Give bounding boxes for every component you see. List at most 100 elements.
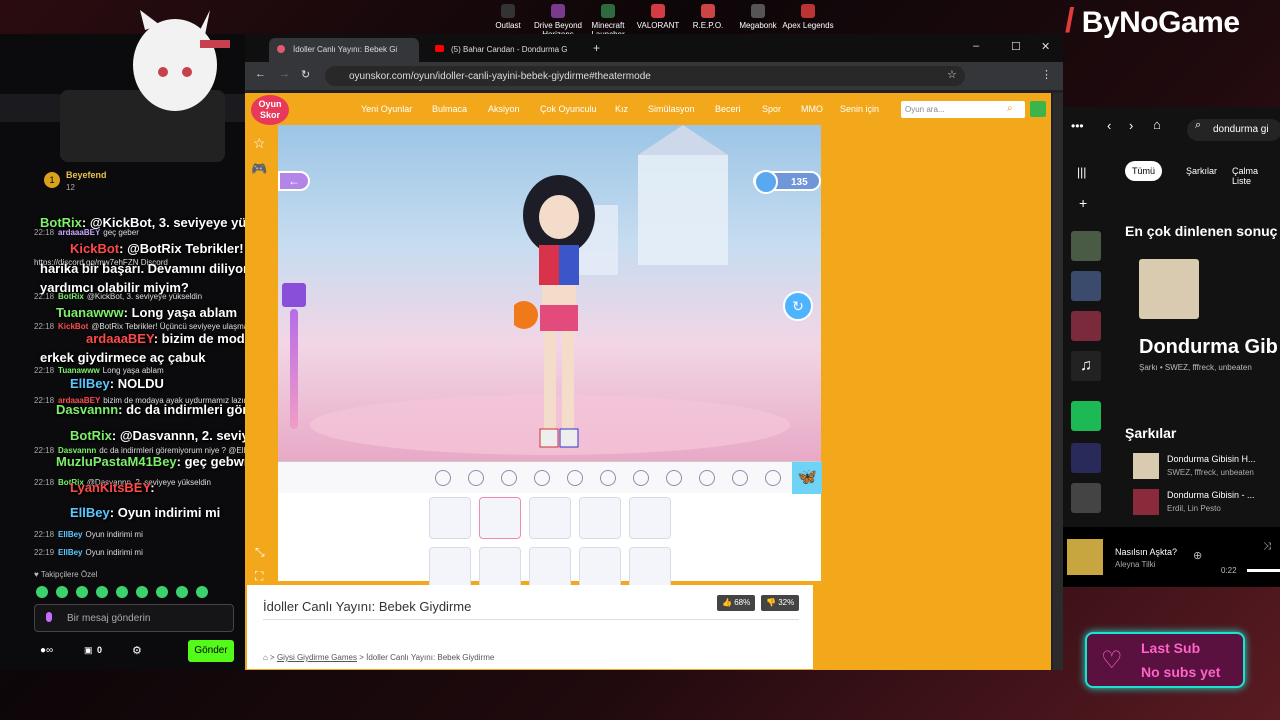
emote[interactable]	[136, 586, 148, 598]
playlist-thumb[interactable]	[1071, 231, 1101, 261]
user-icon[interactable]	[1030, 101, 1046, 117]
nav-yeni-oyunlar[interactable]: Yeni Oyunlar	[361, 104, 412, 114]
minimize-button[interactable]: –	[973, 40, 979, 52]
shrink-icon[interactable]: ⤡	[255, 545, 265, 560]
site-logo[interactable]: Oyun Skor	[251, 95, 289, 125]
playlist-thumb[interactable]	[1071, 483, 1101, 513]
chip-all[interactable]: Tümü	[1125, 161, 1163, 181]
emote[interactable]	[56, 586, 68, 598]
category-shoes-icon[interactable]	[699, 470, 715, 486]
back-arrow-button[interactable]: ←	[278, 171, 310, 191]
gamepad-icon[interactable]: 🎮	[251, 161, 267, 177]
now-playing-artist[interactable]: Aleyna Tilki	[1115, 560, 1155, 569]
category-bag-icon[interactable]	[633, 470, 649, 486]
like-button[interactable]: 👍 68%	[717, 595, 756, 611]
nav-kiz[interactable]: Kız	[615, 104, 628, 114]
add-icon[interactable]: +	[1079, 195, 1087, 211]
item-slot[interactable]	[529, 497, 571, 539]
chip-playlists[interactable]: Çalma Liste	[1225, 161, 1280, 186]
playback-progress[interactable]	[1247, 569, 1280, 572]
search-icon[interactable]: ⌕	[1007, 103, 1013, 114]
chip-songs[interactable]: Şarkılar	[1179, 161, 1224, 181]
close-button[interactable]: ✕	[1041, 40, 1050, 53]
item-slot[interactable]	[579, 497, 621, 539]
desktop-icon-apex[interactable]: Apex Legends	[778, 4, 838, 30]
category-wings-icon[interactable]: 🦋	[792, 462, 822, 494]
maximize-button[interactable]: ☐	[1011, 40, 1021, 53]
nav-senin-icin[interactable]: Senin için	[840, 104, 879, 114]
item-slot[interactable]	[479, 497, 521, 539]
nav-beceri[interactable]: Beceri	[715, 104, 741, 114]
chat-message-input[interactable]: Bir mesaj gönderin	[34, 604, 234, 632]
gift-icon[interactable]: ▣	[84, 645, 93, 656]
nav-mmo[interactable]: MMO	[801, 104, 823, 114]
emote[interactable]	[156, 586, 168, 598]
emote[interactable]	[176, 586, 188, 598]
microphone-icon[interactable]	[46, 612, 52, 622]
now-playing-title[interactable]: Nasılsın Aşkta?	[1115, 547, 1177, 557]
item-slot[interactable]	[629, 547, 671, 589]
breadcrumb-link[interactable]: Giysi Giydirme Games	[277, 653, 357, 662]
song-title[interactable]: Dondurma Gibisin - ...	[1167, 490, 1255, 500]
item-slot[interactable]	[479, 547, 521, 589]
playlist-thumb[interactable]	[1071, 401, 1101, 431]
send-button[interactable]: Gönder	[188, 640, 234, 662]
category-dress-icon[interactable]	[534, 470, 550, 486]
star-icon[interactable]: ☆	[253, 135, 266, 152]
item-slot[interactable]	[429, 547, 471, 589]
gear-icon[interactable]: ⚙	[132, 644, 142, 657]
menu-icon[interactable]: ⋮	[1041, 68, 1052, 81]
emote[interactable]	[196, 586, 208, 598]
playlist-thumb[interactable]	[1071, 311, 1101, 341]
emote[interactable]	[76, 586, 88, 598]
fullscreen-icon[interactable]: ⛶	[255, 569, 263, 584]
item-slot[interactable]	[629, 497, 671, 539]
nav-spor[interactable]: Spor	[762, 104, 781, 114]
category-crown-icon[interactable]	[732, 470, 748, 486]
tab-youtube[interactable]: (5) Bahar Candan - Dondurma G	[427, 38, 577, 62]
new-tab-button[interactable]: +	[593, 41, 600, 55]
game-frame[interactable]: ← 135 ↻ 🦋	[278, 125, 822, 589]
forward-button[interactable]: →	[279, 68, 290, 80]
playlist-thumb[interactable]	[1071, 443, 1101, 473]
category-top-icon[interactable]	[567, 470, 583, 486]
nav-aksiyon[interactable]: Aksiyon	[488, 104, 520, 114]
item-slot[interactable]	[529, 547, 571, 589]
shuffle-icon[interactable]: ⤨	[1263, 541, 1271, 552]
back-button[interactable]: ←	[255, 68, 266, 80]
category-socks-icon[interactable]	[666, 470, 682, 486]
bookmark-star-icon[interactable]: ☆	[947, 68, 957, 81]
emote[interactable]	[116, 586, 128, 598]
top-result-image[interactable]	[1139, 259, 1199, 319]
category-mask-icon[interactable]	[765, 470, 781, 486]
forward-icon[interactable]: ›	[1129, 118, 1133, 133]
reload-button[interactable]: ↻	[301, 68, 310, 81]
scrollbar[interactable]	[1053, 93, 1063, 670]
dislike-button[interactable]: 👎 32%	[761, 595, 800, 611]
reset-icon[interactable]: ↻	[783, 291, 813, 321]
top-result-title[interactable]: Dondurma Gib	[1139, 336, 1278, 359]
back-icon[interactable]: ‹	[1107, 118, 1111, 133]
category-hair-icon[interactable]	[468, 470, 484, 486]
home-icon[interactable]: ⌂	[1153, 117, 1161, 132]
address-bar[interactable]: oyunskor.com/oyun/idoller-canli-yayini-b…	[325, 66, 965, 86]
emote[interactable]	[96, 586, 108, 598]
library-icon[interactable]: |||	[1077, 165, 1086, 179]
add-to-library-icon[interactable]: ⊕	[1193, 549, 1202, 562]
progress-slider[interactable]	[290, 309, 298, 429]
song-thumb[interactable]	[1133, 489, 1159, 515]
nav-bulmaca[interactable]: Bulmaca	[432, 104, 467, 114]
nav-simulasyon[interactable]: Simülasyon	[648, 104, 695, 114]
gift-box-icon[interactable]	[282, 283, 306, 307]
item-slot[interactable]	[429, 497, 471, 539]
category-skirt-icon[interactable]	[600, 470, 616, 486]
album-art[interactable]	[1067, 539, 1103, 575]
song-thumb[interactable]	[1133, 453, 1159, 479]
emote[interactable]	[36, 586, 48, 598]
tab-game[interactable]: İdoller Canlı Yayını: Bebek Gi	[269, 38, 419, 62]
nav-cok-oyunculu[interactable]: Çok Oyunculu	[540, 104, 597, 114]
item-slot[interactable]	[579, 547, 621, 589]
music-note-icon[interactable]: ♫	[1071, 351, 1101, 381]
category-face-icon[interactable]	[501, 470, 517, 486]
category-skin-icon[interactable]	[435, 470, 451, 486]
